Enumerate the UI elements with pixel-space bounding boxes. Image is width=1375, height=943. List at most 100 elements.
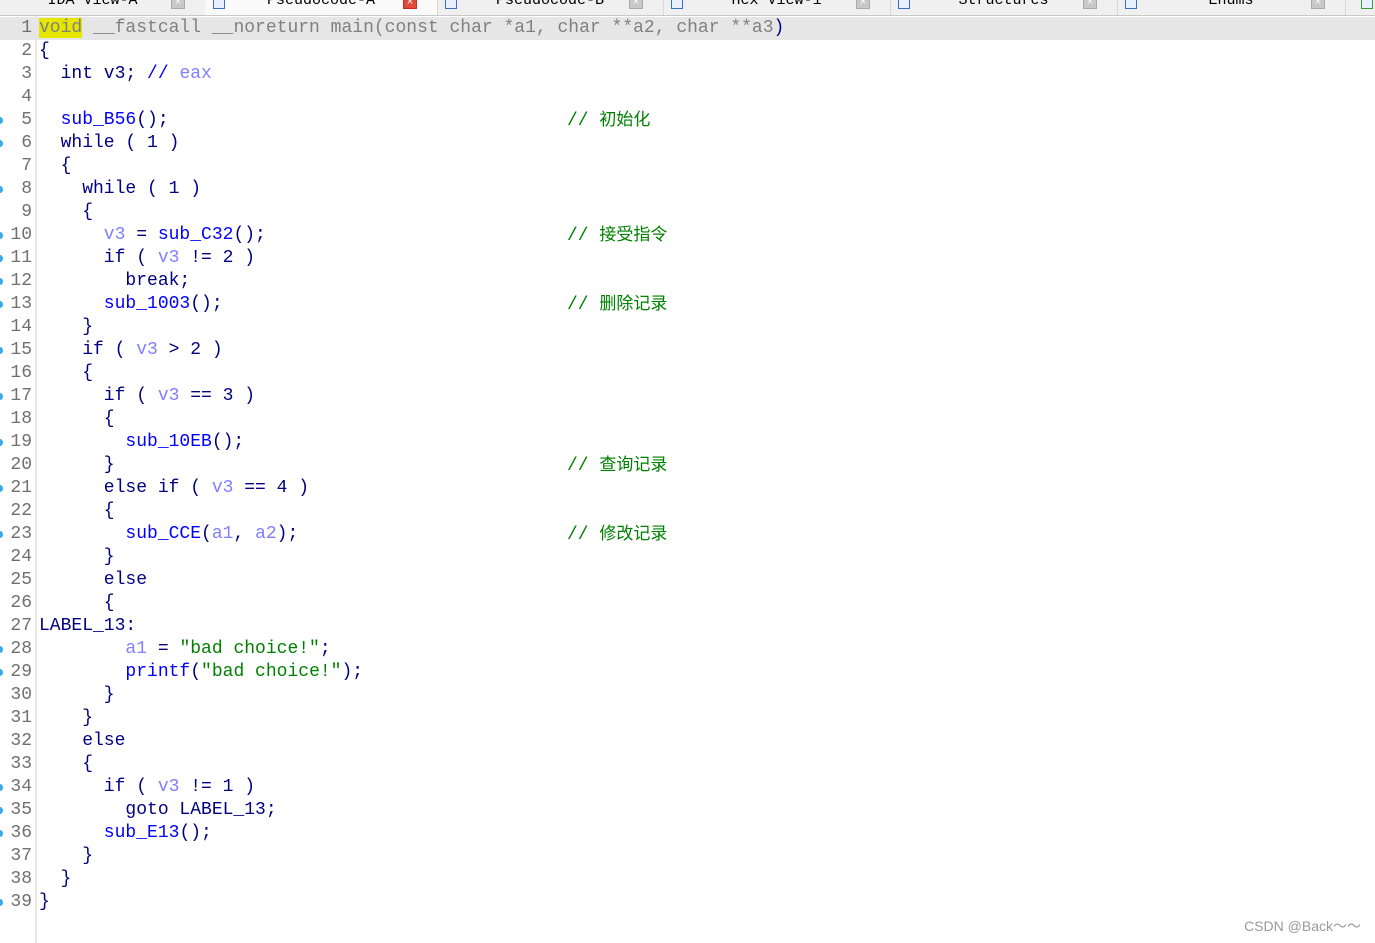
code-line[interactable]: 5 sub_B56(); // 初始化 [0,109,1375,132]
line-number: 33 [10,754,32,774]
code-line[interactable]: 34 if ( v3 != 1 ) [0,776,1375,799]
code-token: v3 [136,340,158,360]
code-line[interactable]: 7 { [0,155,1375,178]
close-tab-icon[interactable]: × [856,0,870,9]
tab-enums[interactable]: Enums × [1117,0,1346,15]
code-line[interactable]: 32 else [0,730,1375,753]
code-line[interactable]: 29 printf("bad choice!"); [0,661,1375,684]
code-line[interactable]: 16 { [0,362,1375,385]
code-token: == 3 ) [179,386,256,406]
code-token: if ( [39,777,158,797]
close-tab-icon[interactable]: × [1083,0,1097,9]
code-line[interactable]: 19 sub_10EB(); [0,431,1375,454]
code-line[interactable]: 27 LABEL_13: [0,615,1375,638]
line-number: 17 [10,386,32,406]
code-text: v3 = sub_C32(); [39,224,266,247]
code-line[interactable]: 39} [0,891,1375,914]
code-line[interactable]: 36 sub_E13(); [0,822,1375,845]
close-tab-icon[interactable]: × [403,0,417,9]
code-line[interactable]: 2{ [0,40,1375,63]
comment-text: 接受指令 [599,225,668,245]
tab-pseudocode-b[interactable]: Pseudocode-B × [437,0,664,15]
code-line[interactable]: 20 } // 查询记录 [0,454,1375,477]
line-number: 26 [10,593,32,613]
tab-hex-view-1[interactable]: Hex View-1 × [663,0,891,15]
code-token: v3 [39,225,126,245]
code-token: { [39,754,94,774]
code-line[interactable]: 37 } [0,845,1375,868]
code-line[interactable]: 31 } [0,707,1375,730]
tab-pseudocode-a[interactable]: Pseudocode-A × [205,0,438,15]
pseudocode-editor[interactable]: 1 void __fastcall __noreturn main(const c… [0,17,1375,914]
close-tab-icon[interactable]: × [629,0,643,9]
code-text: { [39,40,50,63]
code-token: ( [201,524,212,544]
close-tab-icon[interactable]: × [1311,0,1325,9]
code-line[interactable]: 14 } [0,316,1375,339]
code-line[interactable]: 33 { [0,753,1375,776]
code-token: } [39,547,115,567]
tab-ida-view-a[interactable]: IDA View-A × [0,0,206,15]
code-token: } [39,708,94,728]
line-number: 28 [10,639,32,659]
code-text: } [39,707,93,730]
code-line[interactable]: 1 void __fastcall __noreturn main(const c… [0,17,1375,40]
code-line[interactable]: 10 v3 = sub_C32(); // 接受指令 [0,224,1375,247]
line-number: 29 [10,662,32,682]
code-token: = [147,639,180,659]
code-token: != 2 ) [179,248,256,268]
close-tab-icon[interactable]: × [171,0,185,9]
code-text: if ( v3 != 2 ) [39,247,255,270]
line-number: 35 [10,800,32,820]
code-token: ); [341,662,364,682]
code-text: { [39,500,115,523]
line-number: 3 [21,64,32,84]
code-token: , [233,524,256,544]
comment-text: 删除记录 [599,294,668,314]
code-token: sub_E13 [39,823,180,843]
code-line[interactable]: 12 break; [0,270,1375,293]
code-line[interactable]: 35 goto LABEL_13; [0,799,1375,822]
code-line[interactable]: 24 } [0,546,1375,569]
code-line[interactable]: 3 int v3; // eax [0,63,1375,86]
code-line[interactable]: 30 } [0,684,1375,707]
code-token: = [125,225,158,245]
code-line[interactable]: 8 while ( 1 ) [0,178,1375,201]
line-number: 15 [10,340,32,360]
code-token: v3 [157,386,180,406]
code-text: void __fastcall __noreturn main(const ch… [39,17,784,40]
code-line[interactable]: 4 [0,86,1375,109]
tab-overflow[interactable] [1345,0,1375,15]
code-line[interactable]: 28 a1 = "bad choice!"; [0,638,1375,661]
line-number: 9 [21,202,32,222]
line-number: 27 [10,616,32,636]
code-comment: // 接受指令 [567,224,667,248]
code-line[interactable]: 38 } [0,868,1375,891]
tab-structures[interactable]: Structures × [890,0,1118,15]
code-token: sub_CCE [39,524,202,544]
code-token: == 4 ) [233,478,310,498]
code-token: LABEL_13: [39,616,137,636]
code-line[interactable]: 15 if ( v3 > 2 ) [0,339,1375,362]
code-line[interactable]: 11 if ( v3 != 2 ) [0,247,1375,270]
line-number: 37 [10,846,32,866]
line-number: 11 [10,248,32,268]
code-line[interactable]: 26 { [0,592,1375,615]
line-number: 31 [10,708,32,728]
code-line[interactable]: 17 if ( v3 == 3 ) [0,385,1375,408]
code-line[interactable]: 9 { [0,201,1375,224]
code-line[interactable]: 6 while ( 1 ) [0,132,1375,155]
code-comment: // 查询记录 [567,454,667,478]
code-line[interactable]: 21 else if ( v3 == 4 ) [0,477,1375,500]
code-token: != 1 ) [179,777,256,797]
code-line[interactable]: 23 sub_CCE(a1, a2); // 修改记录 [0,523,1375,546]
line-number: 32 [10,731,32,751]
code-text: if ( v3 != 1 ) [39,776,255,799]
code-line[interactable]: 18 { [0,408,1375,431]
code-line[interactable]: 25 else [0,569,1375,592]
code-line[interactable]: 22 { [0,500,1375,523]
code-token: { [39,409,115,429]
code-text: } [39,684,115,707]
line-number: 24 [10,547,32,567]
code-line[interactable]: 13 sub_1003(); // 删除记录 [0,293,1375,316]
